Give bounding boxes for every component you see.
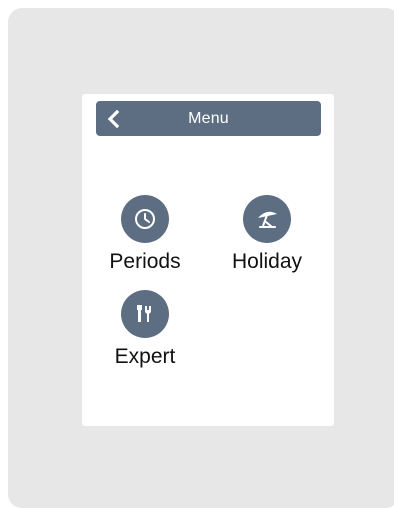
menu-item-label: Holiday: [231, 250, 303, 273]
menu-item-label: Periods: [109, 250, 181, 273]
menu-item-holiday[interactable]: Holiday: [212, 195, 322, 274]
periods-icon-button[interactable]: [121, 195, 169, 243]
menu-item-label: Expert: [114, 345, 176, 368]
menu-item-periods[interactable]: Periods: [90, 195, 200, 274]
tools-icon: [137, 305, 151, 322]
holiday-icon-button[interactable]: [243, 195, 291, 243]
menu-header: Menu: [96, 101, 321, 136]
menu-item-expert[interactable]: Expert: [90, 290, 200, 369]
beach-umbrella-icon: [258, 211, 277, 228]
clock-icon: [135, 209, 155, 229]
expert-icon-button[interactable]: [121, 290, 169, 338]
page-title: Menu: [188, 110, 229, 127]
